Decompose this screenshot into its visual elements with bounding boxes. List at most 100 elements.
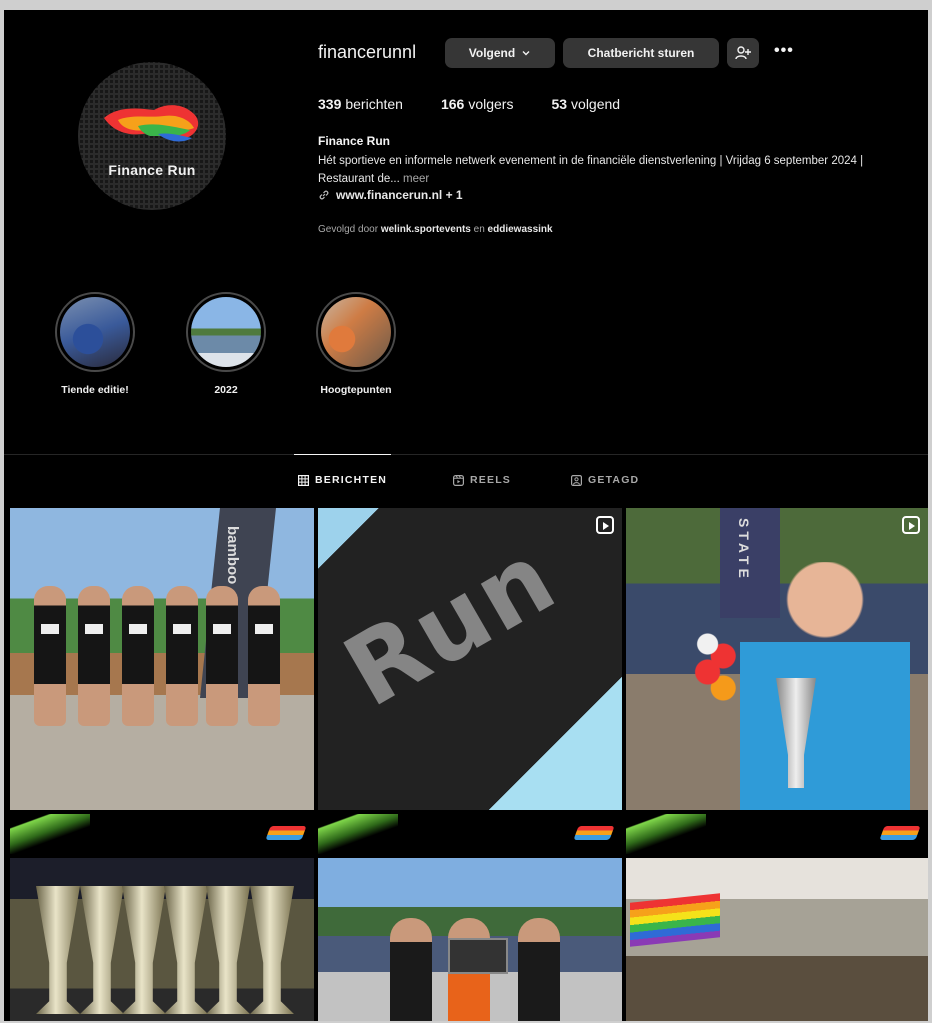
rainbow-logo-icon <box>265 826 307 840</box>
race-bib <box>173 624 191 634</box>
bio-description: Hét sportieve en informele netwerk evene… <box>318 155 864 185</box>
event-banner-text: STATE <box>736 518 752 582</box>
balloons <box>692 628 744 708</box>
person-figure <box>518 918 560 1021</box>
post-thumbnail[interactable] <box>10 858 314 1021</box>
post-thumbnail[interactable] <box>318 858 622 1021</box>
bio-name: Finance Run <box>318 134 391 148</box>
reel-icon <box>902 516 920 534</box>
profile-username: financerunnl <box>318 42 417 62</box>
post-thumbnail[interactable]: STATE <box>626 508 928 810</box>
posts-stat: 339 berichten <box>318 96 403 112</box>
highlight-label: 2022 <box>214 384 238 396</box>
trophy <box>206 886 250 1014</box>
grid-icon <box>298 474 309 486</box>
post-thumbnail[interactable]: bamboo <box>10 508 314 810</box>
tab-tagged-label: GETAGD <box>588 474 640 486</box>
highlight-ring <box>316 292 396 372</box>
rainbow-flag <box>630 893 720 947</box>
following-button[interactable]: Volgend <box>445 38 555 68</box>
bio-website-text: www.financerun.nl + 1 <box>336 188 463 202</box>
reels-icon <box>453 474 464 486</box>
followers-label: volgers <box>468 96 514 112</box>
followed-by-and: en <box>473 224 485 235</box>
runner-figure <box>122 586 154 726</box>
smiling-runner <box>740 562 910 810</box>
followed-by-user-1: welink.sportevents <box>380 224 471 235</box>
add-user-icon <box>735 46 751 60</box>
followed-by-text[interactable]: Gevolgd door welink.sportevents en eddie… <box>318 224 553 235</box>
tagged-icon <box>571 474 582 486</box>
avatar-brand-text: Finance Run <box>108 162 196 178</box>
tab-tagged[interactable]: GETAGD <box>571 474 639 486</box>
trophy <box>164 886 208 1014</box>
runner-figure <box>248 586 280 726</box>
followers-stat[interactable]: 166 volgers <box>441 96 514 112</box>
profile-avatar[interactable]: Finance Run <box>78 62 226 210</box>
instagram-profile-page: Finance Run financerunnl Volgend Chatber… <box>4 10 928 1021</box>
prize-check <box>448 938 508 974</box>
post-thumbnail[interactable] <box>626 858 928 1021</box>
post-thumbnail-strip[interactable] <box>626 814 928 854</box>
tabs-divider <box>4 454 928 455</box>
message-button[interactable]: Chatbericht sturen <box>563 38 719 68</box>
green-light-graphic <box>318 814 398 854</box>
post-thumbnail[interactable]: Run <box>318 508 622 810</box>
highlight-label: Hoogtepunten <box>320 384 392 396</box>
tab-reels-label: REELS <box>470 474 512 486</box>
highlight-cover <box>60 297 130 367</box>
sponsor-banner-text: bamboo <box>224 526 241 585</box>
trophy <box>250 886 294 1014</box>
trophy <box>122 886 166 1014</box>
shirt-print-text: Run <box>326 520 575 730</box>
followers-count: 166 <box>440 96 465 112</box>
race-bib <box>213 624 231 634</box>
bio-website-link[interactable]: www.financerun.nl + 1 <box>318 188 463 202</box>
highlight-ring <box>186 292 266 372</box>
followed-by-prefix: Gevolgd door <box>318 224 379 235</box>
rainbow-logo-icon <box>879 826 921 840</box>
runner-figure <box>166 586 198 726</box>
trophy <box>36 886 80 1014</box>
post-thumbnail-strip[interactable] <box>318 814 622 854</box>
following-label: volgend <box>571 96 621 112</box>
race-bib <box>41 624 59 634</box>
posts-count: 339 <box>318 96 342 112</box>
posts-label: berichten <box>345 96 403 112</box>
link-icon <box>319 190 329 200</box>
chevron-down-icon <box>522 51 530 56</box>
bio-text: Hét sportieve en informele netwerk evene… <box>318 152 898 188</box>
story-highlight[interactable]: 2022 <box>171 292 281 396</box>
trophy <box>80 886 124 1014</box>
runner-figure <box>78 586 110 726</box>
highlight-cover <box>191 297 261 367</box>
green-light-graphic <box>626 814 706 854</box>
followed-by-user-2: eddiewassink <box>487 224 553 235</box>
profile-stats: 339 berichten 166 volgers 53 volgend <box>318 96 658 112</box>
highlight-cover <box>321 297 391 367</box>
finance-run-logo-icon <box>104 105 199 142</box>
tab-reels[interactable]: REELS <box>453 474 511 486</box>
runner-figure <box>206 586 238 726</box>
tab-posts[interactable]: BERICHTEN <box>293 454 392 486</box>
race-bib <box>129 624 147 634</box>
suggested-users-button[interactable] <box>727 38 759 68</box>
message-button-label: Chatbericht sturen <box>587 46 695 60</box>
bio-more-link[interactable]: meer <box>403 173 429 185</box>
runner-figure <box>34 586 66 726</box>
green-light-graphic <box>10 814 90 854</box>
post-thumbnail-strip[interactable] <box>10 814 314 854</box>
following-button-label: Volgend <box>468 46 516 60</box>
following-stat[interactable]: 53 volgend <box>551 96 620 112</box>
more-options-button[interactable]: ••• <box>774 42 794 60</box>
rainbow-logo-icon <box>573 826 615 840</box>
following-count: 53 <box>551 96 568 112</box>
highlight-ring <box>55 292 135 372</box>
tab-posts-label: BERICHTEN <box>315 474 388 486</box>
story-highlight[interactable]: Tiende editie! <box>40 292 150 396</box>
story-highlight[interactable]: Hoogtepunten <box>301 292 411 396</box>
race-bib <box>85 624 103 634</box>
highlight-label: Tiende editie! <box>61 384 129 396</box>
race-bib <box>255 624 273 634</box>
person-figure <box>390 918 432 1021</box>
